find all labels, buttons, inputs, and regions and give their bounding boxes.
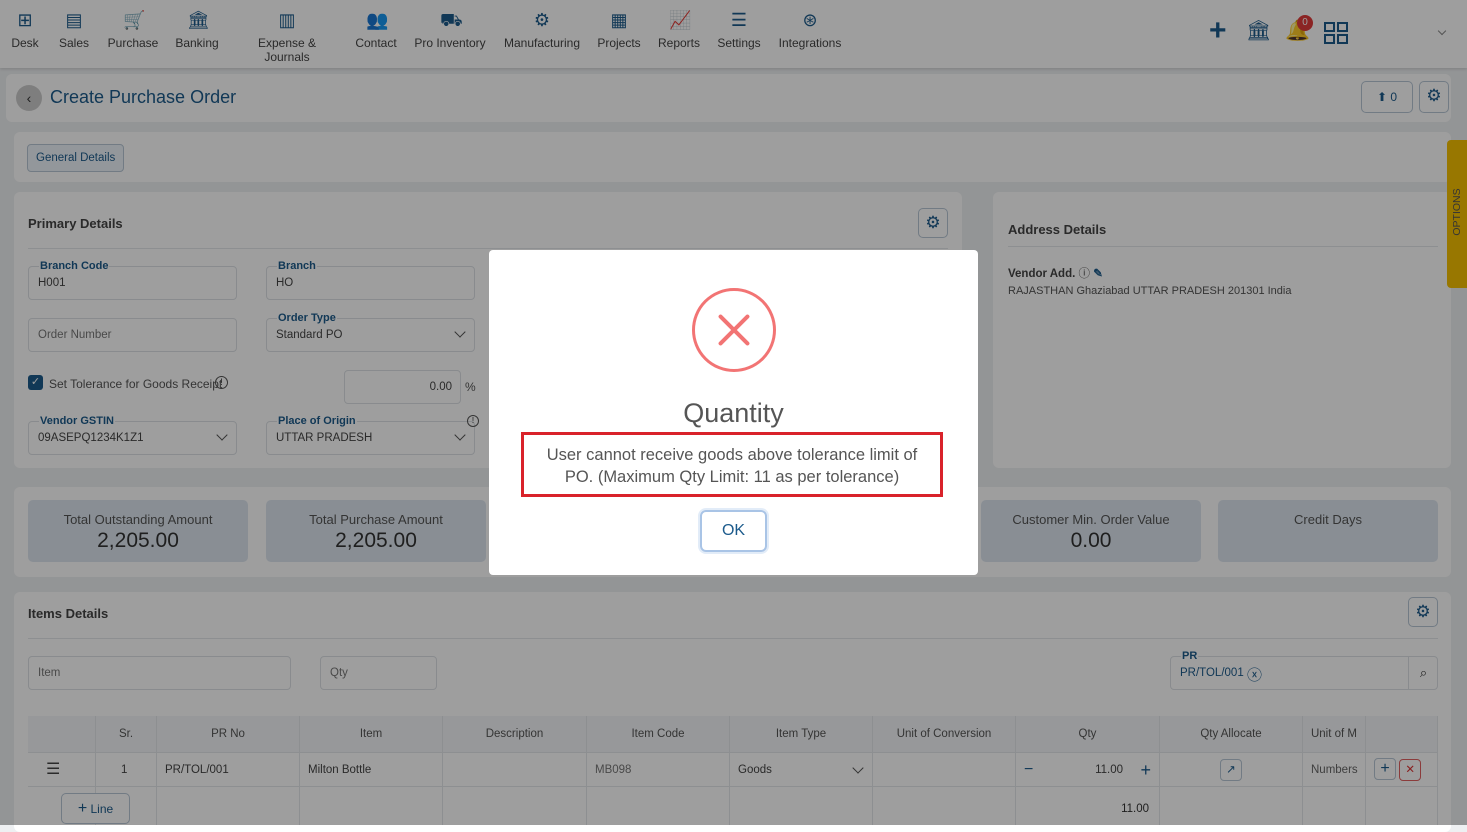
error-x-icon	[692, 288, 776, 372]
error-dialog: Quantity User cannot receive goods above…	[489, 250, 978, 575]
dialog-title: Quantity	[683, 398, 784, 428]
dialog-message: User cannot receive goods above toleranc…	[521, 432, 943, 497]
ok-button[interactable]: OK	[700, 510, 767, 552]
